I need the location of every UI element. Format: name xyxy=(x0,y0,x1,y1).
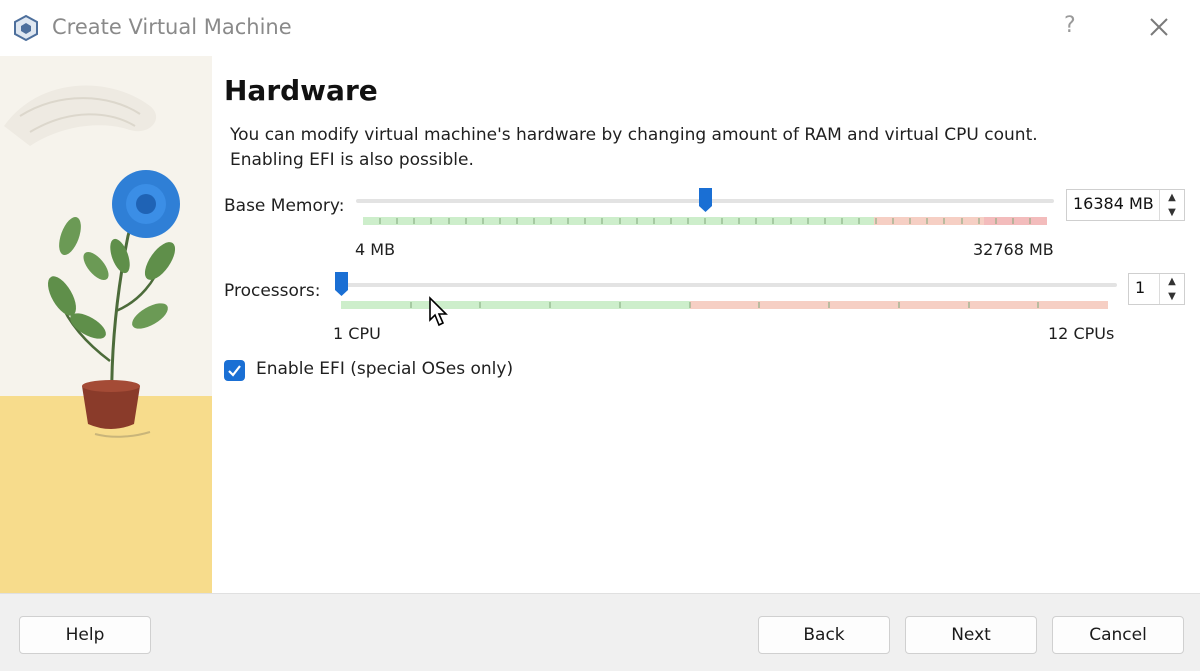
processors-slider-ticks xyxy=(410,302,1039,308)
flower-illustration xyxy=(0,85,212,593)
description-line-1: You can modify virtual machine's hardwar… xyxy=(230,125,1038,145)
page-title: Hardware xyxy=(224,74,378,107)
processors-spin-buttons: ▲ ▼ xyxy=(1159,274,1184,304)
window-title: Create Virtual Machine xyxy=(52,15,292,39)
memory-spin-buttons: ▲ ▼ xyxy=(1159,190,1184,220)
memory-slider-handle[interactable] xyxy=(698,187,713,213)
illustration-panel xyxy=(0,56,212,593)
memory-max-label: 32768 MB xyxy=(973,240,1054,259)
processors-slider-track[interactable] xyxy=(335,283,1117,287)
processors-value[interactable]: 1 xyxy=(1135,278,1145,297)
description-line-2: Enabling EFI is also possible. xyxy=(230,150,474,170)
cancel-button[interactable]: Cancel xyxy=(1052,616,1184,654)
virtualbox-icon xyxy=(14,14,38,42)
title-bar: Create Virtual Machine ? xyxy=(0,0,1200,56)
processors-slider-handle[interactable] xyxy=(334,271,349,297)
memory-decrease-icon[interactable]: ▼ xyxy=(1160,205,1184,220)
memory-slider-ticks xyxy=(379,218,1031,224)
base-memory-label: Base Memory: xyxy=(224,196,345,216)
mouse-cursor-icon xyxy=(429,296,448,327)
memory-value[interactable]: 16384 MB xyxy=(1073,194,1154,213)
memory-min-label: 4 MB xyxy=(355,240,396,259)
help-icon[interactable]: ? xyxy=(1064,13,1076,38)
processors-increase-icon[interactable]: ▲ xyxy=(1160,274,1184,289)
processors-decrease-icon[interactable]: ▼ xyxy=(1160,289,1184,304)
page-description: You can modify virtual machine's hardwar… xyxy=(230,123,1130,173)
checkmark-icon xyxy=(228,365,241,377)
next-button[interactable]: Next xyxy=(905,616,1037,654)
memory-increase-icon[interactable]: ▲ xyxy=(1160,190,1184,205)
enable-efi-label[interactable]: Enable EFI (special OSes only) xyxy=(256,359,513,379)
processors-max-label: 12 CPUs xyxy=(1048,324,1115,343)
back-button[interactable]: Back xyxy=(758,616,890,654)
help-button[interactable]: Help xyxy=(19,616,151,654)
processors-min-label: 1 CPU xyxy=(333,324,381,343)
dialog-footer: Help Back Next Cancel xyxy=(0,593,1200,671)
close-icon[interactable] xyxy=(1146,14,1172,40)
memory-spinbox[interactable]: 16384 MB ▲ ▼ xyxy=(1066,189,1185,221)
hardware-page: Hardware You can modify virtual machine'… xyxy=(212,56,1200,593)
enable-efi-checkbox[interactable] xyxy=(224,360,245,381)
processors-label: Processors: xyxy=(224,281,321,301)
processors-spinbox[interactable]: 1 ▲ ▼ xyxy=(1128,273,1185,305)
